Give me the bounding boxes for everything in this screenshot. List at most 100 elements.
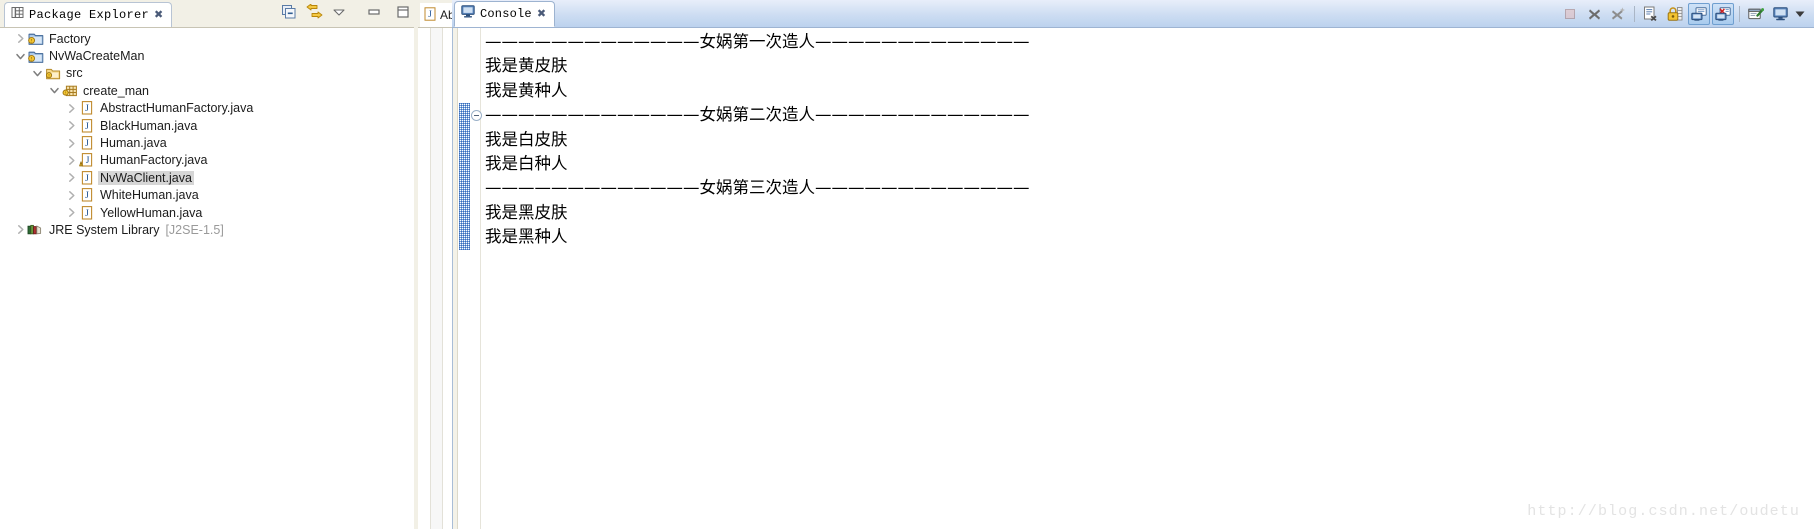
tree-item-src[interactable]: ! src (0, 65, 414, 82)
tree-item-label: HumanFactory.java (100, 153, 208, 168)
java-file-icon: J (78, 100, 95, 116)
tree-item-factory[interactable]: ! Factory (0, 30, 414, 47)
package-icon: ! (61, 83, 78, 98)
close-icon[interactable]: ✖ (154, 9, 163, 21)
chevron-down-icon[interactable] (31, 68, 44, 79)
toolbar-separator (1634, 6, 1635, 22)
console-text: —————————————女娲第一次造人————————————— 我是黄皮肤我是… (485, 28, 1814, 529)
chevron-right-icon[interactable] (65, 120, 78, 131)
java-project-icon: ! (27, 31, 44, 46)
tree-item-humanfactory-java[interactable]: J ! HumanFactory.java (0, 152, 414, 169)
tree-item-label: AbstractHumanFactory.java (100, 101, 254, 116)
java-file-icon: J (78, 135, 95, 151)
open-console-dropdown[interactable] (1793, 3, 1807, 25)
chevron-down-icon[interactable] (14, 51, 27, 62)
tree-item-yellowhuman-java[interactable]: J YellowHuman.java (0, 204, 414, 221)
svg-text:J: J (85, 122, 89, 132)
console-err-icon (1715, 6, 1731, 21)
svg-text:J: J (85, 209, 89, 219)
console-line: 我是白皮肤 (485, 129, 568, 149)
clear-console-button[interactable] (1640, 3, 1662, 25)
tree-item-human-java[interactable]: J Human.java (0, 134, 414, 151)
svg-text:!: ! (80, 162, 81, 167)
tree-item-sublabel: [J2SE-1.5] (165, 222, 224, 237)
changed-lines-indicator (459, 103, 470, 250)
tab-console[interactable]: Console ✖ (454, 1, 556, 27)
package-explorer-view: Package Explorer ✖ ! Factory ! NvWaCreat… (0, 0, 414, 529)
java-file-icon: J (81, 101, 93, 115)
console-line: 我是白种人 (485, 153, 568, 173)
console-fold-ruler[interactable] (471, 28, 481, 529)
clear-console-icon (1644, 6, 1657, 21)
console-line: 我是黄皮肤 (485, 56, 568, 76)
watermark-text: http://blog.csdn.net/oudetu (1527, 503, 1800, 520)
toolbar-separator (1739, 6, 1740, 22)
package-explorer-toolbar (281, 3, 410, 25)
show-console-on-error-button[interactable] (1712, 3, 1734, 25)
show-console-on-output-button[interactable] (1688, 3, 1710, 25)
console-output-area[interactable]: —————————————女娲第一次造人————————————— 我是黄皮肤我是… (452, 28, 1814, 529)
package-explorer-icon (11, 6, 24, 24)
remove-all-terminated-button[interactable] (1607, 3, 1629, 25)
tree-item-nvwaclient-java[interactable]: J NvWaClient.java (0, 169, 414, 186)
tree-item-blackhuman-java[interactable]: J BlackHuman.java (0, 117, 414, 134)
java-project-icon: ! (27, 33, 43, 46)
tree-item-abstracthumanfactory-java[interactable]: J AbstractHumanFactory.java (0, 100, 414, 117)
jre-library-icon (27, 222, 44, 237)
editor-vertical-ruler (430, 28, 443, 529)
view-menu-icon[interactable] (332, 5, 346, 24)
pin-console-button[interactable] (1745, 3, 1767, 25)
console-view: Console ✖ —————————————女娲第一次造人——————————… (452, 0, 1814, 529)
tab-abstract-human-factory[interactable]: J Ab (420, 3, 452, 27)
tab-package-explorer[interactable]: Package Explorer ✖ (4, 2, 173, 27)
chevron-down-icon[interactable] (48, 85, 61, 96)
tab-console-label: Console (480, 7, 532, 21)
svg-text:J: J (85, 191, 89, 201)
package-explorer-tabbar: Package Explorer ✖ (0, 0, 414, 28)
close-icon[interactable]: ✖ (537, 8, 546, 20)
console-left-border (452, 28, 453, 529)
tree-item-nvwacreateman[interactable]: ! NvWaCreateMan (0, 47, 414, 64)
tree-item-label: YellowHuman.java (100, 205, 203, 220)
terminate-button[interactable] (1559, 3, 1581, 25)
maximize-icon[interactable] (396, 5, 410, 24)
java-file-icon: J (78, 118, 95, 134)
cross-icon (1588, 8, 1600, 20)
svg-text:J: J (428, 9, 432, 19)
collapse-all-icon[interactable] (281, 4, 297, 25)
editor-area-clipped: J Ab (418, 0, 452, 529)
console-tabbar: Console ✖ (452, 0, 1814, 28)
chevron-right-icon[interactable] (65, 138, 78, 149)
scroll-lock-button[interactable] (1664, 3, 1686, 25)
project-tree[interactable]: ! Factory ! NvWaCreateMan ! src ! create_man… (0, 28, 414, 529)
open-console-button[interactable] (1769, 3, 1791, 25)
java-file-warning-icon: J ! (78, 152, 95, 168)
java-file-icon: J (81, 118, 93, 133)
chevron-right-icon[interactable] (65, 155, 78, 166)
tab-package-explorer-label: Package Explorer (29, 8, 150, 22)
tree-item-whitehuman-java[interactable]: J WhiteHuman.java (0, 187, 414, 204)
java-file-icon: J (424, 6, 436, 24)
jre-library-icon (27, 225, 42, 235)
link-with-editor-icon[interactable] (306, 3, 323, 25)
fold-collapse-icon[interactable] (471, 109, 482, 121)
console-line: —————————————女娲第一次造人————————————— (485, 32, 1030, 51)
remove-launch-button[interactable] (1583, 3, 1605, 25)
chevron-right-icon[interactable] (65, 103, 78, 114)
tree-item-label: create_man (83, 83, 150, 98)
chevron-right-icon[interactable] (65, 207, 78, 218)
cross-sparkle-icon (1612, 6, 1625, 20)
editor-tabbar: J Ab (418, 0, 452, 28)
tree-item-create_man[interactable]: ! create_man (0, 82, 414, 99)
chevron-right-icon[interactable] (65, 172, 78, 183)
chevron-right-icon[interactable] (14, 224, 27, 235)
tree-item-jre-system-library[interactable]: JRE System Library [J2SE-1.5] (0, 221, 414, 238)
tree-item-label: WhiteHuman.java (100, 188, 199, 203)
editor-tab-label: Ab (440, 8, 452, 22)
svg-text:J: J (85, 174, 89, 184)
minimize-icon[interactable] (367, 5, 381, 24)
svg-text:J: J (85, 104, 89, 114)
console-line: 我是黑种人 (485, 227, 568, 247)
chevron-right-icon[interactable] (65, 190, 78, 201)
chevron-right-icon[interactable] (14, 33, 27, 44)
